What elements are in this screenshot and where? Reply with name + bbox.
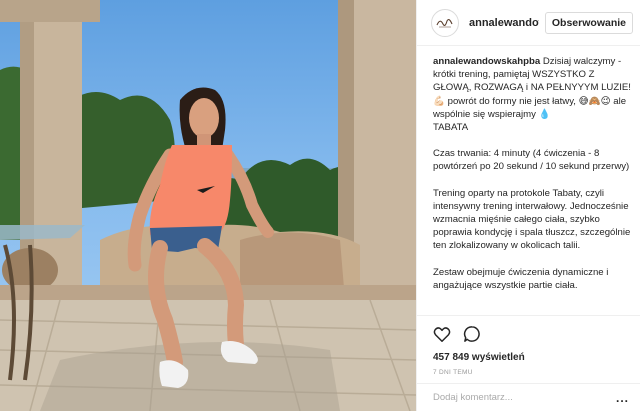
- views-count: 457 849 wyświetleń: [433, 352, 525, 363]
- caption: annalewandowskahpba Dzisiaj walczymy - k…: [433, 55, 631, 292]
- header-username[interactable]: annalewandow: [469, 17, 539, 29]
- caption-text-4: TABATA: [433, 122, 469, 134]
- follow-button[interactable]: Obserwowanie: [544, 12, 633, 34]
- comment-input[interactable]: [433, 392, 616, 403]
- caption-username[interactable]: annalewandowskahpba: [433, 56, 540, 67]
- post-time[interactable]: 7 DNI TEMU: [433, 369, 627, 376]
- caption-emoji-2: 😅🙈😉: [578, 95, 611, 107]
- instagram-post: annalewandow Obserwowanie annalewandowsk…: [0, 0, 640, 411]
- caption-text-2: powrót do formy nie jest łatwy,: [447, 95, 576, 107]
- caption-emoji-3: 💧: [538, 108, 551, 120]
- post-photo[interactable]: [0, 0, 416, 411]
- caption-paragraph-4: Zestaw obejmuje ćwiczenia dynamiczne i a…: [433, 266, 609, 291]
- workout-photo-scene: [0, 0, 416, 411]
- caption-paragraph-3: Trening oparty na protokole Tabaty, czyl…: [433, 187, 631, 252]
- post-side-panel: annalewandow Obserwowanie annalewandowsk…: [416, 0, 640, 411]
- caption-paragraph-1: annalewandowskahpba Dzisiaj walczymy - k…: [433, 55, 631, 134]
- post-header: annalewandow Obserwowanie: [417, 0, 640, 46]
- caption-area[interactable]: annalewandowskahpba Dzisiaj walczymy - k…: [417, 47, 640, 315]
- more-options-icon[interactable]: ...: [616, 391, 629, 405]
- heart-icon[interactable]: [433, 325, 451, 343]
- post-actions: 457 849 wyświetleń 7 DNI TEMU: [417, 315, 640, 376]
- avatar[interactable]: [431, 8, 459, 37]
- comment-icon[interactable]: [463, 325, 481, 343]
- signature-logo-icon: [436, 18, 453, 27]
- caption-paragraph-2: Czas trwania: 4 minuty (4 ćwiczenia - 8 …: [433, 148, 630, 173]
- action-icons: [433, 322, 627, 346]
- comment-box: ...: [417, 383, 640, 411]
- caption-emoji-1: 💪🏻: [433, 95, 445, 107]
